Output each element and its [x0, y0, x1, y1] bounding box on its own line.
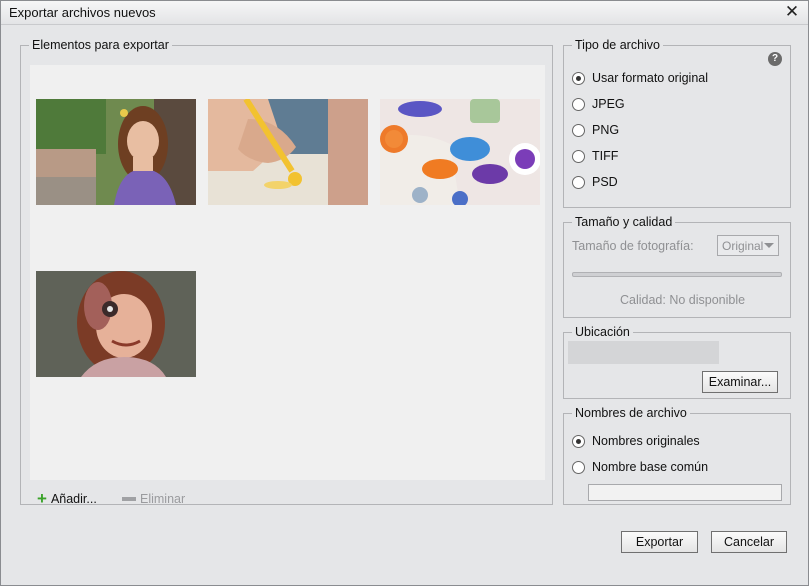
browse-button[interactable]: Examinar...	[702, 371, 778, 393]
thumbnail-paint-handprints[interactable]	[380, 99, 540, 205]
plus-icon: +	[37, 489, 47, 508]
file-type-legend: Tipo de archivo	[575, 38, 660, 52]
chevron-down-icon	[764, 243, 774, 248]
quality-text: Calidad: No disponible	[620, 293, 746, 307]
location-panel: Ubicación Examinar...	[563, 325, 791, 399]
export-button[interactable]: Exportar	[621, 531, 698, 553]
photo-size-select[interactable]: Original	[717, 235, 779, 256]
filenames-legend: Nombres de archivo	[575, 406, 687, 420]
size-quality-legend: Tamaño y calidad	[575, 215, 673, 229]
cancel-button[interactable]: Cancelar	[711, 531, 787, 553]
remove-button[interactable]: Eliminar	[122, 492, 185, 506]
radio-button[interactable]	[572, 460, 585, 474]
photo-size-value: Original	[722, 238, 764, 253]
radio-original-names[interactable]: Nombres originales	[572, 432, 700, 450]
radio-tiff[interactable]: TIFF	[572, 147, 618, 165]
radio-button[interactable]	[572, 97, 585, 111]
location-path-blurred	[568, 341, 719, 364]
thumbnail-grid	[30, 65, 545, 480]
radio-button[interactable]	[572, 123, 585, 137]
radio-button[interactable]	[572, 149, 585, 163]
thumbnail-girl-painted-hand[interactable]	[36, 271, 196, 377]
radio-png[interactable]: PNG	[572, 121, 619, 139]
radio-label: PNG	[592, 123, 620, 137]
minus-icon	[122, 497, 136, 501]
items-panel-legend: Elementos para exportar	[32, 38, 169, 52]
radio-common-base-name[interactable]: Nombre base común	[572, 458, 708, 476]
radio-label: Nombre base común	[592, 460, 709, 474]
radio-label: Nombres originales	[592, 434, 700, 448]
thumbnail-hand-painting[interactable]	[208, 99, 368, 205]
close-icon[interactable]: ✕	[782, 2, 802, 22]
radio-button-checked[interactable]	[572, 434, 585, 448]
export-dialog: Exportar archivos nuevos ✕ Elementos par…	[0, 0, 809, 586]
items-panel: Elementos para exportar + Añadir... Elim…	[20, 38, 553, 508]
quality-slider[interactable]	[572, 272, 782, 277]
add-button[interactable]: + Añadir...	[37, 489, 97, 508]
filenames-panel: Nombres de archivo Nombres originales No…	[563, 406, 791, 505]
radio-button[interactable]	[572, 175, 585, 189]
radio-label: TIFF	[592, 149, 619, 163]
radio-label: JPEG	[592, 97, 625, 111]
help-icon[interactable]: ?	[768, 52, 782, 66]
photo-size-label: Tamaño de fotografía:	[572, 239, 694, 253]
radio-button-checked[interactable]	[572, 71, 585, 85]
location-legend: Ubicación	[575, 325, 630, 339]
radio-label: PSD	[592, 175, 618, 189]
remove-button-label: Eliminar	[140, 492, 186, 506]
radio-psd[interactable]: PSD	[572, 173, 618, 191]
radio-original-format[interactable]: Usar formato original	[572, 69, 708, 87]
title-bar: Exportar archivos nuevos ✕	[1, 1, 808, 25]
base-name-input[interactable]	[588, 484, 782, 501]
dialog-title: Exportar archivos nuevos	[9, 5, 156, 20]
size-quality-panel: Tamaño y calidad Tamaño de fotografía: O…	[563, 215, 791, 318]
add-button-label: Añadir...	[50, 492, 97, 506]
radio-label: Usar formato original	[592, 71, 709, 85]
file-type-panel: Tipo de archivo ? Usar formato original …	[563, 38, 791, 208]
radio-jpeg[interactable]: JPEG	[572, 95, 625, 113]
thumbnail-girl-portrait[interactable]	[36, 99, 196, 205]
